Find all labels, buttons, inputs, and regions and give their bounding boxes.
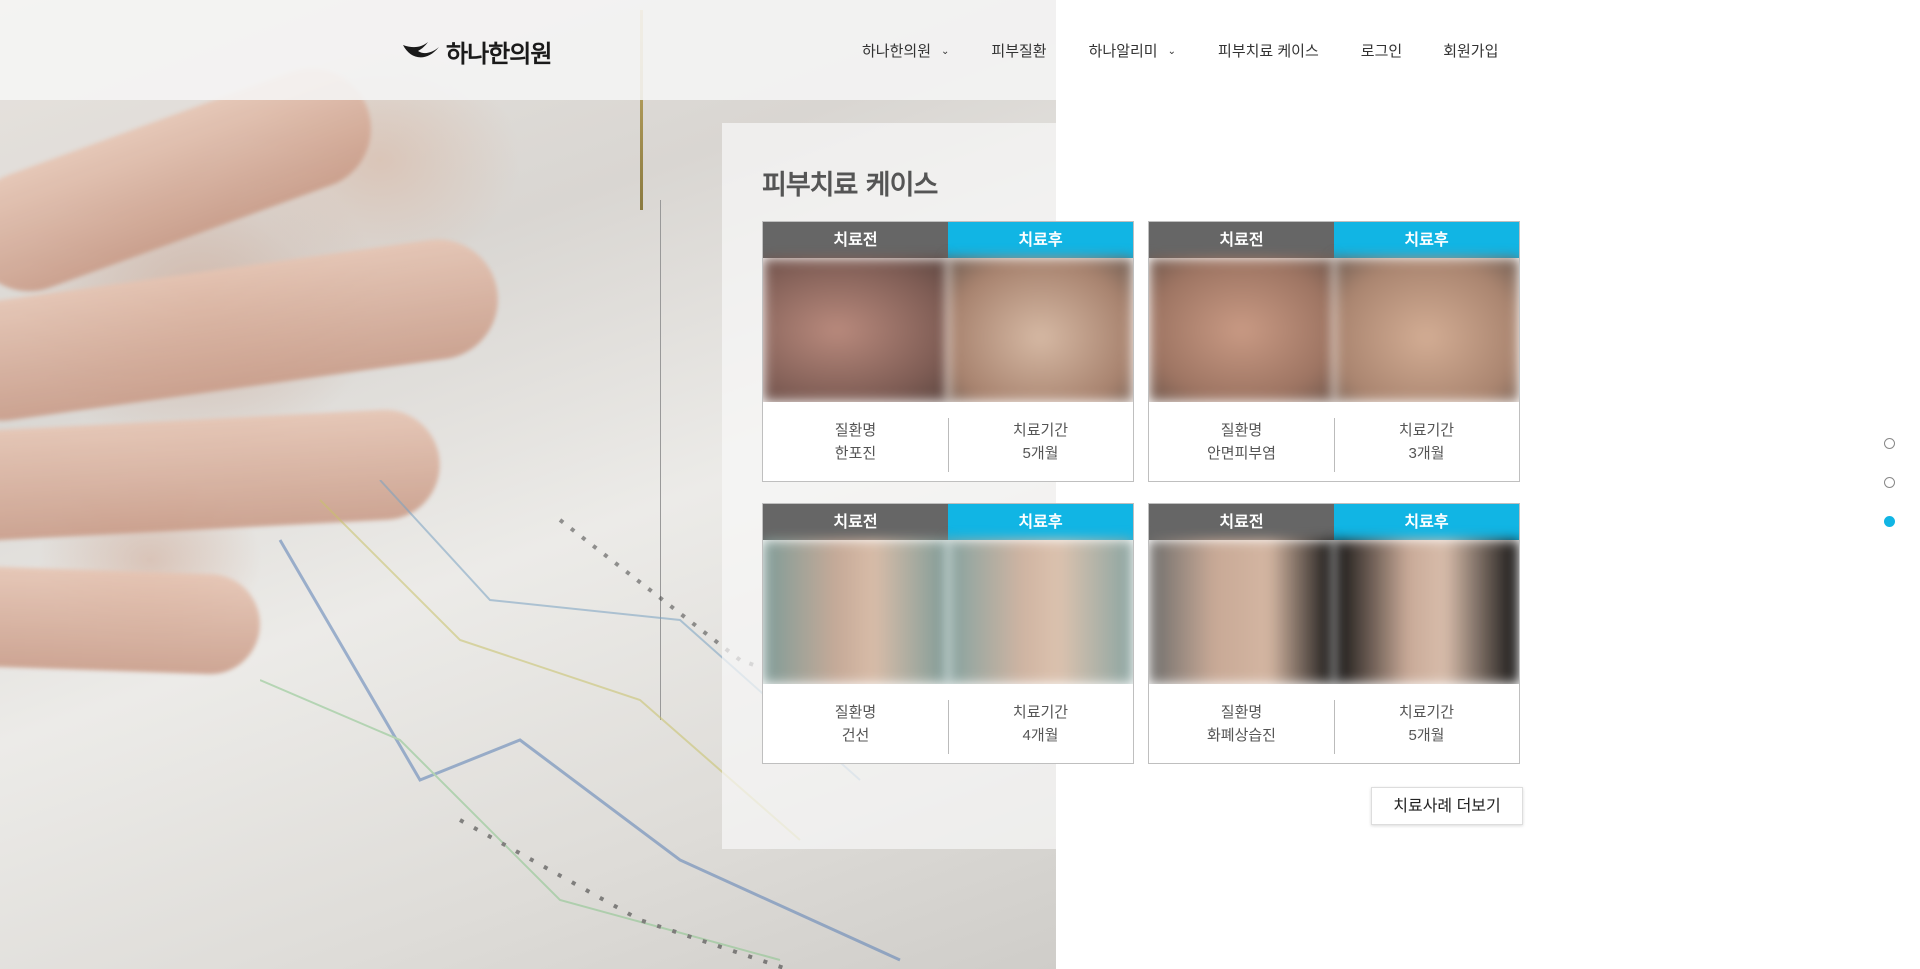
- disease-value: 한포진: [834, 445, 877, 462]
- after-label: 치료후: [1334, 504, 1519, 540]
- pager-dot[interactable]: [1884, 438, 1895, 449]
- section-pager: [1884, 438, 1895, 527]
- before-label: 치료전: [763, 504, 948, 540]
- after-label: 치료후: [948, 504, 1133, 540]
- nav-item-login[interactable]: 로그인: [1361, 40, 1402, 61]
- pager-dot[interactable]: [1884, 477, 1895, 488]
- disease-label: 질환명: [834, 422, 877, 439]
- nav-item-skin-disease[interactable]: 피부질환: [991, 40, 1046, 61]
- divider: [948, 418, 949, 472]
- nav-label: 하나알리미: [1088, 43, 1158, 60]
- nav-item-treatment-cases[interactable]: 피부치료 케이스: [1218, 40, 1319, 61]
- case-photo: [1149, 540, 1519, 684]
- nav-label: 피부치료 케이스: [1218, 43, 1319, 60]
- site-header: 하나한의원 하나한의원 ⌄ 피부질환 하나알리미 ⌄ 피부치료 케이스 로그인 …: [0, 0, 1920, 100]
- period-value: 4개월: [1022, 727, 1059, 744]
- disease-value: 안면피부염: [1206, 445, 1276, 462]
- after-label: 치료후: [1334, 222, 1519, 258]
- divider: [1334, 418, 1335, 472]
- period-label: 치료기간: [1012, 422, 1069, 439]
- nav-label: 로그인: [1360, 43, 1403, 60]
- nav-label: 피부질환: [991, 43, 1047, 60]
- before-label: 치료전: [1149, 504, 1334, 540]
- divider: [1334, 700, 1335, 754]
- nav-label: 하나한의원: [862, 43, 932, 60]
- nav-label: 회원가입: [1443, 43, 1499, 60]
- disease-label: 질환명: [1220, 704, 1263, 721]
- period-label: 치료기간: [1398, 704, 1455, 721]
- case-photo: [763, 540, 1133, 684]
- disease-value: 건선: [841, 727, 870, 744]
- period-value: 5개월: [1022, 445, 1059, 462]
- section-title: 피부치료 케이스: [762, 170, 938, 201]
- case-card[interactable]: 치료전 치료후 질환명화폐상습진 치료기간 5개월: [1148, 503, 1520, 764]
- period-value: 3개월: [1408, 445, 1445, 462]
- case-photo: [763, 258, 1133, 402]
- chevron-down-icon: ⌄: [1167, 46, 1177, 57]
- logo-text: 하나한의원: [446, 40, 552, 68]
- chevron-down-icon: ⌄: [941, 46, 950, 57]
- disease-label: 질환명: [1220, 422, 1263, 439]
- disease-label: 질환명: [834, 704, 877, 721]
- main-nav: 하나한의원 ⌄ 피부질환 하나알리미 ⌄ 피부치료 케이스 로그인 회원가입: [862, 40, 1498, 61]
- nav-item-hana-notice[interactable]: 하나알리미 ⌄: [1089, 40, 1176, 61]
- period-value: 5개월: [1408, 727, 1445, 744]
- period-label: 치료기간: [1398, 422, 1455, 439]
- pager-dot-active[interactable]: [1884, 516, 1895, 527]
- more-cases-button[interactable]: 치료사례 더보기: [1371, 787, 1523, 825]
- period-label: 치료기간: [1012, 704, 1069, 721]
- nav-item-hana-clinic[interactable]: 하나한의원 ⌄: [862, 40, 949, 61]
- case-photo: [1149, 258, 1519, 402]
- case-card[interactable]: 치료전 치료후 질환명안면피부염 치료기간 3개월: [1148, 221, 1520, 482]
- before-label: 치료전: [763, 222, 948, 258]
- disease-value: 화폐상습진: [1206, 727, 1276, 744]
- before-label: 치료전: [1149, 222, 1334, 258]
- case-card[interactable]: 치료전 치료후 질환명한포진 치료기간 5개월: [762, 221, 1134, 482]
- divider: [948, 700, 949, 754]
- case-card[interactable]: 치료전 치료후 질환명건선 치료기간 4개월: [762, 503, 1134, 764]
- logo-mark-icon: [403, 41, 439, 57]
- site-logo[interactable]: 하나한의원: [402, 34, 552, 69]
- nav-item-signup[interactable]: 회원가입: [1443, 40, 1498, 61]
- after-label: 치료후: [948, 222, 1133, 258]
